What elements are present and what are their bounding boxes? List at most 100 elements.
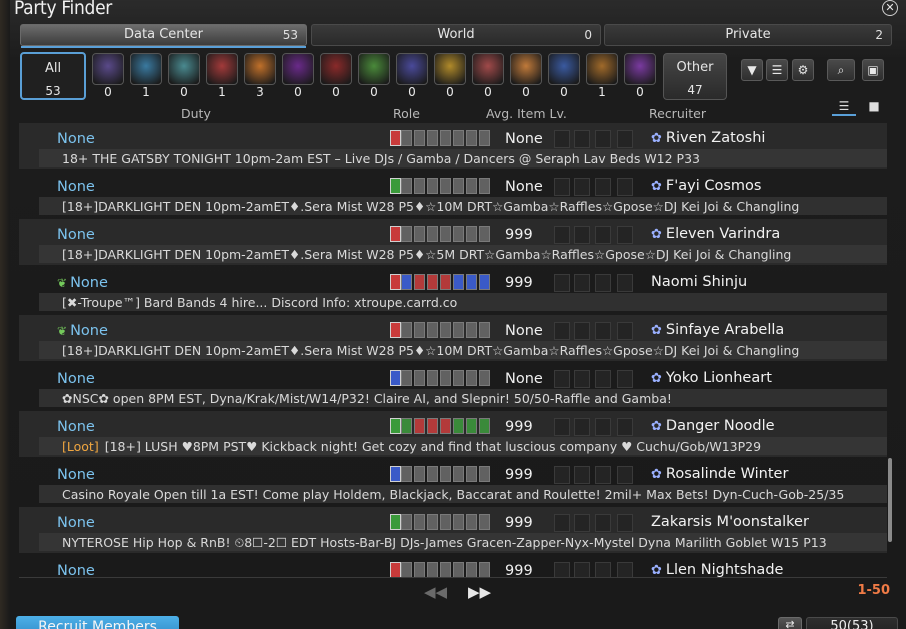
column-header-role: Role: [393, 106, 420, 121]
listing-description: ✿NSC✿ open 8PM EST, Dyna/Krak/Mist/W14/P…: [62, 391, 672, 406]
description-text: [✖-Troupe™] Bard Bands 4 hire... Discord…: [62, 295, 458, 310]
recruit-members-button[interactable]: Recruit Members: [16, 616, 179, 629]
search-list-icon[interactable]: ⌕: [827, 59, 855, 81]
mentor-flower-icon: ✿: [651, 179, 662, 194]
listing-row[interactable]: ❦ None 999 Naomi Shinju [✖-Troupe™] Bard Ban…: [19, 267, 887, 313]
duty-text: None: [70, 275, 108, 291]
category-filter[interactable]: 0: [548, 53, 580, 100]
role-slot: [427, 178, 438, 194]
category-filter[interactable]: 0: [396, 53, 428, 100]
listing-row[interactable]: None 999 ✿ Eleven Varindra [18+]DARKLIGHT DE…: [19, 219, 887, 265]
job-slot: [617, 274, 633, 292]
listing-row[interactable]: None None ✿ Riven Zatoshi 18+ THE GATSBY TON…: [19, 123, 887, 169]
category-filter[interactable]: 0: [92, 53, 124, 100]
recruiter: ✿ Riven Zatoshi: [651, 130, 765, 146]
category-filter[interactable]: 0: [510, 53, 542, 100]
job-slot: [554, 130, 570, 148]
category-other-label: Other: [676, 60, 714, 75]
role-slot: [401, 562, 412, 577]
role-slot: [401, 418, 412, 434]
sort-icon[interactable]: ☰: [766, 59, 788, 81]
job-slot: [617, 466, 633, 484]
category-all-button[interactable]: All 53: [20, 52, 86, 100]
category-filter[interactable]: 1: [130, 53, 162, 100]
listing-row[interactable]: None None ✿ F'ayi Cosmos [18+]DARKLIGHT DEN …: [19, 171, 887, 217]
description-text: [18+] LUSH ♥8PM PST♥ Kickback night! Get…: [104, 439, 762, 454]
role-checkbox-icon: [390, 562, 401, 577]
category-filter[interactable]: 1: [206, 53, 238, 100]
recruiter: ✿ Llen Nightshade: [651, 562, 783, 577]
next-page-button[interactable]: ▶▶: [468, 583, 491, 601]
category-all-count: 53: [45, 84, 61, 98]
mentor-flower-icon: ✿: [651, 467, 662, 482]
role-slot: [401, 274, 412, 290]
tab-count: 53: [282, 28, 298, 42]
category-filter[interactable]: 0: [434, 53, 466, 100]
recruiter-name: Danger Noodle: [665, 418, 775, 434]
duty-name: ❦ None: [57, 323, 108, 339]
category-filter[interactable]: 0: [358, 53, 390, 100]
role-slot: [479, 466, 490, 482]
mentor-flower-icon: ✿: [651, 323, 662, 338]
job-slot: [554, 274, 570, 292]
job-slot: [617, 226, 633, 244]
settings-gear-icon[interactable]: ⚙: [792, 59, 814, 81]
scroll-icon: [168, 53, 200, 85]
role-checkbox-icon: [390, 226, 401, 242]
role-slot: [414, 226, 425, 242]
duty-name: None: [57, 227, 95, 243]
listing-row[interactable]: None 999 ✿ Danger Noodle [Loot] [18+] LUSH ♥8…: [19, 411, 887, 457]
category-filter[interactable]: 0: [472, 53, 504, 100]
role-slot: [414, 562, 425, 577]
refresh-icon[interactable]: ⇄: [778, 617, 802, 629]
role-slot: [440, 130, 451, 146]
category-filter[interactable]: 3: [244, 53, 276, 100]
list-view-icon[interactable]: ☰: [832, 97, 856, 116]
listing-row[interactable]: None None ✿ Yoko Lionheart ✿NSC✿ open 8PM ES…: [19, 363, 887, 409]
category-filter[interactable]: 0: [168, 53, 200, 100]
role-slot: [466, 418, 477, 434]
duty-name: None: [57, 563, 95, 577]
footer-divider: [19, 577, 887, 578]
recruiter-info-icon[interactable]: ▣: [862, 59, 884, 81]
scrollbar-thumb[interactable]: [888, 458, 892, 542]
job-slot: [595, 322, 611, 340]
category-filter[interactable]: 1: [586, 53, 618, 100]
tab-data-center[interactable]: Data Center 53: [20, 24, 307, 48]
role-slot: [414, 322, 425, 338]
close-button[interactable]: ✕: [882, 0, 898, 16]
role-slot: [414, 130, 425, 146]
tab-private[interactable]: Private 2: [604, 24, 892, 46]
column-header-item-level: Avg. Item Lv.: [486, 106, 567, 121]
mentor-flower-icon: ✿: [651, 227, 662, 242]
item-level: None: [505, 179, 543, 195]
category-count: 0: [370, 85, 378, 99]
job-slot: [595, 514, 611, 532]
item-level: None: [505, 131, 543, 147]
listing-row[interactable]: None 999 Zakarsis M'oonstalker NYTEROSE Hip…: [19, 507, 887, 553]
job-slot: [574, 322, 590, 340]
category-filter[interactable]: 0: [624, 53, 656, 100]
crossed-swords-icon: [320, 53, 352, 85]
listing-description: [18+]DARKLIGHT DEN 10pm-2amET♦.Sera Mist…: [62, 247, 791, 262]
category-other-button[interactable]: Other 47: [663, 53, 727, 100]
job-slot: [574, 562, 590, 577]
category-filter[interactable]: 0: [320, 53, 352, 100]
listing-row[interactable]: ❦ None None ✿ Sinfaye Arabella [18+]DARKLIGHT…: [19, 315, 887, 361]
detail-view-icon[interactable]: ■: [862, 97, 886, 115]
listing-row[interactable]: None 999 ✿ Rosalinde Winter Casino Royale Op…: [19, 459, 887, 505]
role-slot: [466, 466, 477, 482]
job-slot: [617, 130, 633, 148]
job-slot: [554, 226, 570, 244]
job-slot: [554, 418, 570, 436]
job-slot: [617, 322, 633, 340]
listing-row[interactable]: None 999 ✿ Llen Nightshade: [19, 555, 887, 577]
role-slot: [440, 274, 451, 290]
listing-count: 50(53): [806, 617, 898, 629]
filter-icon[interactable]: ▼: [741, 59, 763, 81]
tab-world[interactable]: World 0: [311, 24, 601, 46]
mentor-flower-icon: ✿: [651, 371, 662, 386]
job-slot: [574, 466, 590, 484]
previous-page-button[interactable]: ◀◀: [424, 583, 447, 601]
category-filter[interactable]: 0: [282, 53, 314, 100]
